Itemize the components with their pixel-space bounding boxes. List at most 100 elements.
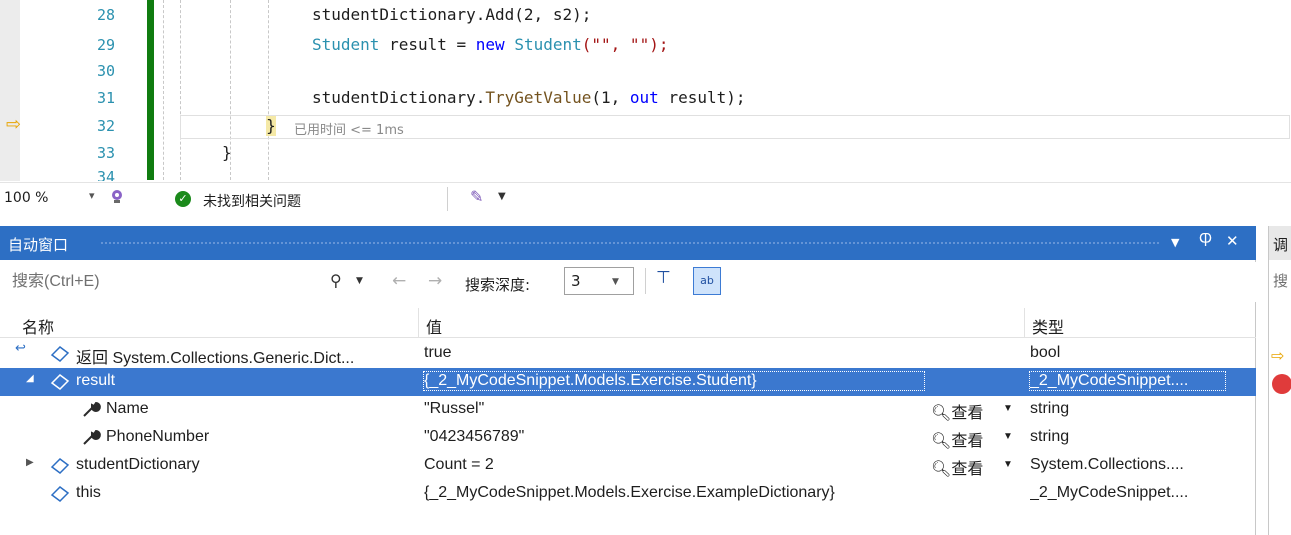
line-number: 32 bbox=[96, 117, 115, 135]
row-value[interactable]: {_2_MyCodeSnippet.Models.Exercise.Studen… bbox=[423, 371, 925, 391]
object-icon bbox=[50, 486, 70, 502]
window-menu-icon[interactable]: ▼ bbox=[1171, 236, 1179, 249]
matched-brace[interactable]: } bbox=[266, 116, 276, 136]
autos-title-bar[interactable]: 自动窗口 ▼ Ⴔ ✕ bbox=[0, 226, 1256, 260]
call-stack-pane[interactable]: 调 搜 ⇨ bbox=[1268, 226, 1291, 535]
column-value-header[interactable]: 值 bbox=[426, 314, 442, 338]
pin-icon[interactable]: Ⴔ bbox=[1199, 232, 1212, 250]
row-value[interactable]: "0423456789" bbox=[424, 428, 924, 446]
return-value-icon: ↩ bbox=[15, 340, 26, 355]
row-name: 返回 System.Collections.Generic.Dict... bbox=[76, 350, 355, 367]
column-divider[interactable] bbox=[1024, 308, 1025, 338]
code-token: ); bbox=[726, 88, 746, 107]
column-divider[interactable] bbox=[418, 308, 419, 338]
line-number: 34 bbox=[96, 168, 115, 181]
pane-title[interactable]: 调 bbox=[1269, 226, 1291, 260]
execution-arrow-icon: ⇨ bbox=[6, 114, 22, 135]
grid-header: 名称 值 类型 bbox=[0, 308, 1256, 338]
line-number: 33 bbox=[96, 144, 115, 162]
intellicode-icon[interactable] bbox=[108, 187, 126, 205]
arrow-right-icon[interactable]: → bbox=[428, 271, 442, 291]
editor-margin[interactable] bbox=[0, 0, 20, 181]
row-value[interactable]: "Russel" bbox=[424, 400, 924, 418]
row-name: this bbox=[76, 484, 101, 501]
row-type: System.Collections.... bbox=[1030, 456, 1184, 473]
code-token-var: result bbox=[668, 88, 727, 107]
row-type: bool bbox=[1030, 344, 1061, 361]
line-number: 28 bbox=[96, 6, 115, 24]
autos-window: 自动窗口 ▼ Ⴔ ✕ ⚲ ▼ ← → 搜索深度: 3 ▼ ⊤ ab 名称 值 类… bbox=[0, 226, 1256, 535]
hex-display-icon[interactable]: ab bbox=[693, 267, 721, 295]
table-row[interactable]: ↩ 返回 System.Collections.Generic.Dict... … bbox=[0, 340, 1256, 368]
table-row[interactable]: ◢ result {_2_MyCodeSnippet.Models.Exerci… bbox=[0, 368, 1256, 396]
code-cleanup-icon[interactable]: ✎ bbox=[470, 187, 483, 206]
code-token: studentDictionary. bbox=[312, 88, 486, 107]
code-token: (1, bbox=[591, 88, 630, 107]
row-name: studentDictionary bbox=[76, 456, 200, 473]
code-line-29[interactable]: Student result = new Student("", ""); bbox=[312, 36, 668, 54]
expand-icon[interactable]: ▶ bbox=[26, 457, 34, 468]
breakpoint-icon[interactable] bbox=[1272, 374, 1291, 394]
code-token-keyword: new bbox=[475, 35, 505, 54]
chevron-down-icon[interactable]: ▼ bbox=[1003, 431, 1013, 442]
code-line-31[interactable]: studentDictionary.TryGetValue(1, out res… bbox=[312, 89, 746, 107]
code-token-args: ("", ""); bbox=[581, 35, 669, 54]
chevron-down-icon[interactable]: ▼ bbox=[1003, 459, 1013, 470]
row-value[interactable]: {_2_MyCodeSnippet.Models.Exercise.Exampl… bbox=[424, 484, 924, 502]
divider bbox=[447, 187, 448, 211]
wrench-icon bbox=[83, 401, 101, 417]
autos-title: 自动窗口 bbox=[8, 236, 69, 254]
code-token-method: TryGetValue bbox=[485, 88, 592, 107]
search-depth-select[interactable]: 3 bbox=[564, 267, 634, 295]
check-icon: ✓ bbox=[175, 191, 191, 207]
row-value[interactable]: true bbox=[424, 344, 924, 362]
chevron-down-icon[interactable]: ▾ bbox=[89, 189, 95, 202]
object-icon bbox=[50, 374, 70, 390]
chevron-down-icon[interactable]: ▼ bbox=[1003, 403, 1013, 414]
visualizer-button[interactable]: 🔍︎查看 bbox=[931, 427, 983, 451]
line-number: 31 bbox=[96, 89, 115, 107]
chevron-down-icon[interactable]: ▼ bbox=[356, 276, 363, 286]
code-token: = bbox=[446, 35, 476, 54]
arrow-right-icon: ⇨ bbox=[1271, 346, 1285, 365]
search-depth-label: 搜索深度: bbox=[465, 276, 531, 294]
row-name: Name bbox=[106, 400, 149, 417]
search-icon: 🔍︎ bbox=[931, 433, 952, 450]
perf-tip[interactable]: 已用时间 <= 1ms bbox=[294, 119, 404, 138]
issues-status[interactable]: 未找到相关问题 bbox=[203, 191, 301, 211]
pane-search[interactable]: 搜 bbox=[1269, 270, 1288, 291]
row-name: result bbox=[76, 372, 116, 389]
code-line-28[interactable]: studentDictionary.Add(2, s2); bbox=[312, 6, 591, 24]
row-value[interactable]: Count = 2 bbox=[424, 456, 924, 474]
line-number: 29 bbox=[96, 36, 115, 54]
column-type-header[interactable]: 类型 bbox=[1032, 314, 1064, 338]
object-icon bbox=[50, 346, 70, 362]
close-icon[interactable]: ✕ bbox=[1226, 232, 1239, 250]
visualizer-button[interactable]: 🔍︎查看 bbox=[931, 455, 983, 479]
wrench-icon bbox=[83, 429, 101, 445]
view-label: 查看 bbox=[951, 405, 984, 422]
zoom-level[interactable]: 100 % bbox=[4, 190, 48, 206]
table-row[interactable]: ▶ studentDictionary Count = 2 🔍︎查看 ▼ Sys… bbox=[0, 452, 1256, 480]
collapse-icon[interactable]: ◢ bbox=[26, 373, 34, 384]
table-row[interactable]: PhoneNumber "0423456789" 🔍︎查看 ▼ string bbox=[0, 424, 1256, 452]
divider bbox=[645, 268, 646, 294]
column-name-header[interactable]: 名称 bbox=[22, 314, 54, 338]
chevron-down-icon[interactable]: ▼ bbox=[498, 191, 506, 202]
chevron-down-icon[interactable]: ▼ bbox=[612, 277, 619, 287]
code-line-33[interactable]: } bbox=[222, 144, 232, 162]
editor-status-strip: 100 % ▾ ✓ 未找到相关问题 ✎ ▼ bbox=[0, 182, 1291, 215]
indent-guide bbox=[268, 0, 269, 180]
search-icon[interactable]: ⚲ bbox=[330, 271, 342, 290]
search-input[interactable] bbox=[5, 266, 377, 298]
view-label: 查看 bbox=[951, 461, 984, 478]
code-token-keyword: out bbox=[629, 88, 659, 107]
code-editor[interactable]: ⇨ 28 29 30 31 32 33 34 studentDictionary… bbox=[0, 0, 1291, 181]
visualizer-button[interactable]: 🔍︎查看 bbox=[931, 399, 983, 423]
object-icon bbox=[50, 458, 70, 474]
table-row[interactable]: Name "Russel" 🔍︎查看 ▼ string bbox=[0, 396, 1256, 424]
arrow-left-icon[interactable]: ← bbox=[392, 271, 406, 291]
table-row[interactable]: this {_2_MyCodeSnippet.Models.Exercise.E… bbox=[0, 480, 1256, 508]
pin-icon[interactable]: ⊤ bbox=[656, 268, 671, 288]
code-token-type: Student bbox=[312, 35, 380, 54]
